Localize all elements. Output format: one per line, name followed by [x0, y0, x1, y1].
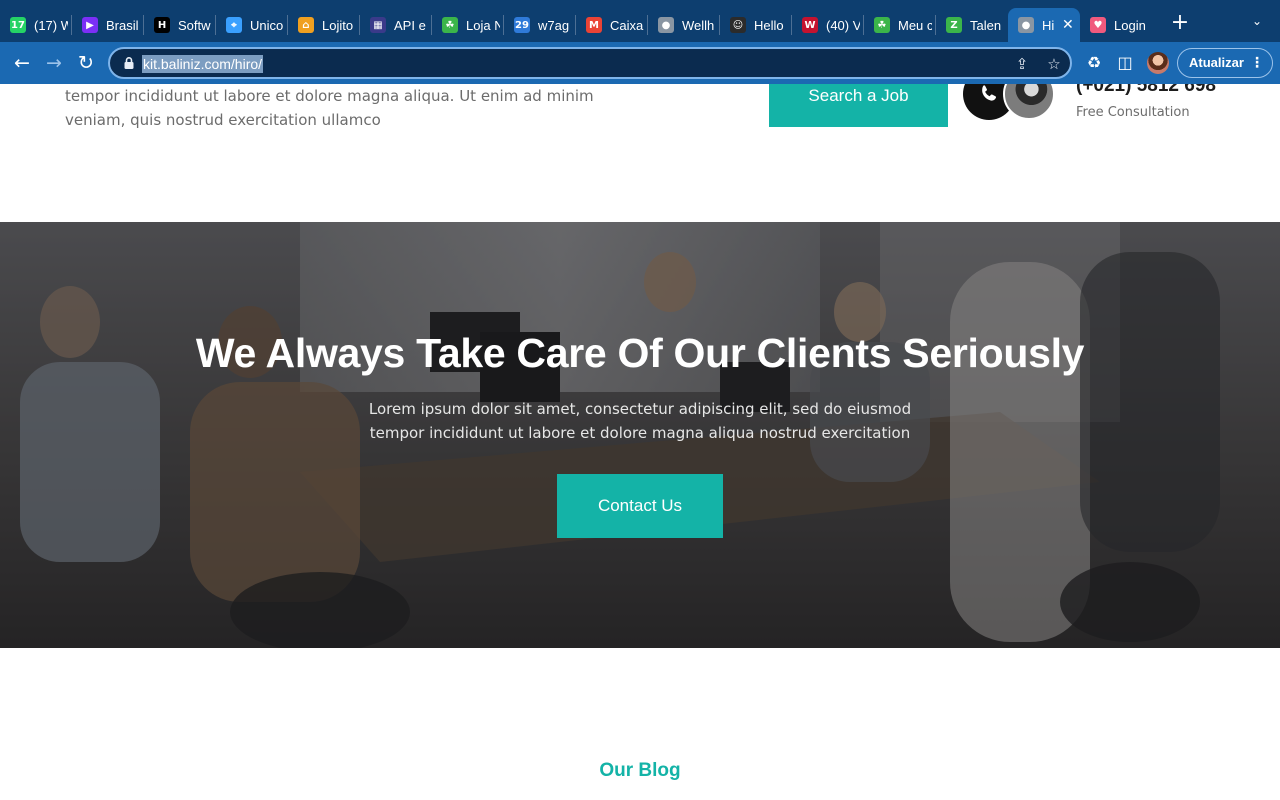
api-icon: ▦ — [370, 17, 386, 33]
consultant-avatar — [1003, 84, 1055, 120]
browser-tab[interactable]: ⌖ Unico — [216, 8, 288, 42]
browser-toolbar: ← → ↻ kit.baliniz.com/hiro/ ⇪ ☆ ♻ ◫ Atua… — [0, 42, 1280, 84]
browser-tab[interactable]: ☘ Loja N — [432, 8, 504, 42]
browser-tab[interactable]: H Softw — [144, 8, 216, 42]
contact-us-label: Contact Us — [597, 496, 683, 515]
bookmark-star-icon[interactable]: ☆ — [1045, 55, 1063, 73]
search-job-button[interactable]: Search a Job — [769, 84, 948, 127]
tab-search-chevron-icon[interactable]: ⌄ — [1247, 14, 1267, 34]
leaf-icon: ☘ — [874, 17, 890, 33]
new-tab-button[interactable]: + — [1169, 12, 1191, 34]
w-logo-icon: W — [802, 17, 818, 33]
share-icon[interactable]: ⇪ — [1013, 55, 1031, 73]
back-arrow-icon[interactable]: ← — [11, 52, 33, 74]
browser-tab[interactable]: W (40) V — [792, 8, 864, 42]
reload-icon[interactable]: ↻ — [75, 52, 97, 74]
tab-label: Hello — [754, 17, 784, 33]
leaf-icon: ☘ — [442, 17, 458, 33]
browser-tab[interactable]: ☘ Meu c — [864, 8, 936, 42]
browser-tab[interactable]: 17 (17) W — [0, 8, 72, 42]
browser-tab[interactable]: M Caixa — [576, 8, 648, 42]
hero-title: We Always Take Care Of Our Clients Serio… — [195, 330, 1085, 376]
browser-tab[interactable]: Z Talen — [936, 8, 1008, 42]
update-button[interactable]: Atualizar ⋮ — [1177, 48, 1273, 78]
intro-paragraph: tempor incididunt ut labore et dolore ma… — [65, 87, 594, 129]
cart-icon: ⌂ — [298, 17, 314, 33]
gmail-icon: M — [586, 17, 602, 33]
lock-icon — [124, 57, 134, 69]
z-logo-icon: Z — [946, 17, 962, 33]
forward-arrow-icon[interactable]: → — [43, 52, 65, 74]
tab-label: Brasil — [106, 17, 139, 33]
profile-avatar[interactable] — [1147, 52, 1169, 74]
tab-label: Login — [1114, 17, 1146, 33]
address-bar[interactable]: kit.baliniz.com/hiro/ ⇪ ☆ — [108, 47, 1072, 79]
hero-banner: We Always Take Care Of Our Clients Serio… — [0, 222, 1280, 648]
side-panel-icon[interactable]: ◫ — [1115, 53, 1135, 73]
whatsapp-icon: 17 — [10, 17, 26, 33]
update-button-label: Atualizar — [1189, 55, 1244, 70]
tab-close-icon[interactable]: ✕ — [1062, 17, 1074, 33]
hero-subtitle: Lorem ipsum dolor sit amet, consectetur … — [368, 400, 912, 442]
browser-tab[interactable]: ● Hi ✕ — [1008, 8, 1080, 42]
tab-label: (40) V — [826, 17, 860, 33]
browser-tab[interactable]: ▶ Brasil — [72, 8, 144, 42]
crosshair-icon: ⌖ — [226, 17, 242, 33]
globe-icon: ● — [1018, 17, 1034, 33]
tab-label: Softw — [178, 17, 211, 33]
tab-label: w7ag — [538, 17, 570, 33]
tab-label: API e — [394, 17, 426, 33]
browser-tab[interactable]: ● Wellh — [648, 8, 720, 42]
url-text[interactable]: kit.baliniz.com/hiro/ — [142, 55, 264, 73]
extensions-puzzle-icon[interactable]: ♻ — [1084, 53, 1104, 73]
browser-tab[interactable]: ▦ API e — [360, 8, 432, 42]
globe-icon: ● — [658, 17, 674, 33]
page-viewport: tempor incididunt ut labore et dolore ma… — [0, 84, 1280, 800]
tab-label: (17) W — [34, 17, 68, 33]
tab-label: Lojito — [322, 17, 354, 33]
tab-label: Caixa — [610, 17, 644, 33]
calendar-icon: 29 — [514, 17, 530, 33]
search-job-label: Search a Job — [808, 86, 909, 105]
tab-label: Wellh — [682, 17, 715, 33]
tab-label: Meu c — [898, 17, 932, 33]
kebab-menu-icon[interactable]: ⋮ — [1250, 49, 1264, 77]
browser-tab[interactable]: ♥ Login — [1080, 8, 1152, 42]
tab-label: Talen — [970, 17, 1002, 33]
blog-heading: Our Blog — [599, 760, 681, 781]
phone-number[interactable]: (+021) 5812 698 — [1076, 84, 1216, 97]
browser-tab[interactable]: ⌂ Lojito — [288, 8, 360, 42]
person-icon: ☺ — [730, 17, 746, 33]
free-consultation-label: Free Consultation — [1076, 105, 1190, 120]
heart-logo-icon: ♥ — [1090, 17, 1106, 33]
tab-strip: 17 (17) W ▶ Brasil H Softw ⌖ Unico ⌂ Lojito ▦ API e… — [0, 0, 1280, 42]
browser-tab[interactable]: ☺ Hello — [720, 8, 792, 42]
prime-video-icon: ▶ — [82, 17, 98, 33]
tab-label: Loja N — [466, 17, 500, 33]
browser-tab[interactable]: 29 w7ag — [504, 8, 576, 42]
contact-us-button[interactable]: Contact Us — [557, 474, 723, 538]
tab-label: Hi — [1042, 17, 1055, 33]
tab-label: Unico — [250, 17, 284, 33]
h-logo-icon: H — [154, 17, 170, 33]
